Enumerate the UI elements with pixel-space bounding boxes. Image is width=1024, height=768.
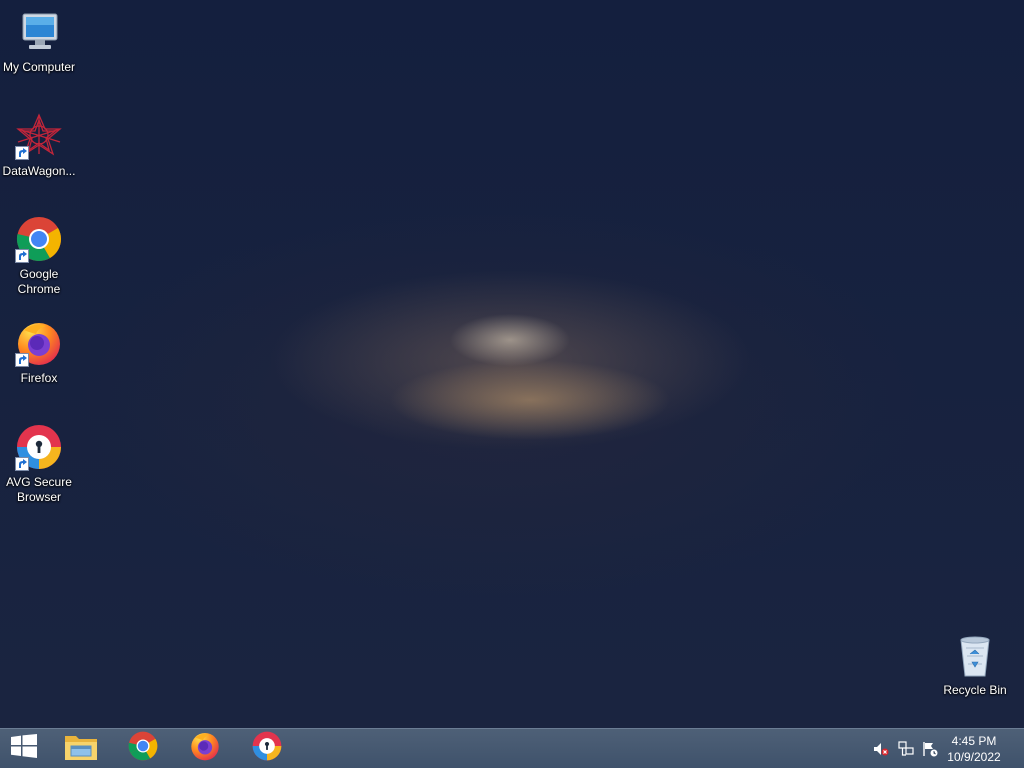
- icon-label: Google Chrome: [17, 267, 61, 296]
- taskbar-avg-secure-browser[interactable]: [242, 729, 292, 768]
- clock-time: 4:45 PM: [951, 734, 997, 748]
- icon-label: Recycle Bin: [943, 683, 1007, 697]
- file-explorer-icon: [64, 731, 98, 766]
- taskbar-firefox[interactable]: [180, 729, 230, 768]
- action-center-flag-icon[interactable]: [922, 741, 938, 757]
- desktop-icon-recycle-bin[interactable]: Recycle Bin: [937, 631, 1013, 698]
- firefox-icon: [15, 319, 63, 367]
- desktop-background: My Computer DataWagon... Google Chrome F…: [0, 0, 1024, 728]
- volume-muted-icon[interactable]: [873, 741, 889, 757]
- desktop-icon-my-computer[interactable]: My Computer: [1, 8, 77, 75]
- chrome-icon: [128, 731, 158, 766]
- shortcut-arrow-icon: [15, 353, 29, 367]
- taskbar-file-explorer[interactable]: [56, 729, 106, 768]
- icon-label: My Computer: [2, 60, 76, 74]
- avg-browser-icon: [15, 423, 63, 471]
- desktop-icon-firefox[interactable]: Firefox: [1, 319, 77, 386]
- desktop-icon-avg-secure-browser[interactable]: AVG Secure Browser: [1, 423, 77, 505]
- clock-date: 10/9/2022: [947, 750, 1001, 764]
- system-clock[interactable]: 4:45 PM 10/9/2022: [942, 733, 1006, 765]
- taskbar: 4:45 PM 10/9/2022: [0, 728, 1024, 768]
- desktop-icon-datawagon[interactable]: DataWagon...: [1, 112, 77, 179]
- avg-browser-icon: [252, 731, 282, 766]
- shortcut-arrow-icon: [15, 249, 29, 263]
- taskbar-chrome[interactable]: [118, 729, 168, 768]
- start-windows-icon: [11, 734, 37, 763]
- icon-label: AVG Secure Browser: [6, 475, 72, 504]
- computer-icon: [15, 8, 63, 56]
- desktop-icon-google-chrome[interactable]: Google Chrome: [1, 215, 77, 297]
- shortcut-arrow-icon: [15, 146, 29, 160]
- network-icon[interactable]: [898, 741, 914, 757]
- chrome-icon: [15, 215, 63, 263]
- shortcut-arrow-icon: [15, 457, 29, 471]
- start-button[interactable]: [0, 729, 48, 768]
- recycle-bin-icon: [951, 631, 999, 679]
- datawagon-icon: [15, 112, 63, 160]
- icon-label: DataWagon...: [2, 164, 76, 178]
- firefox-icon: [190, 731, 220, 766]
- icon-label: Firefox: [20, 371, 58, 385]
